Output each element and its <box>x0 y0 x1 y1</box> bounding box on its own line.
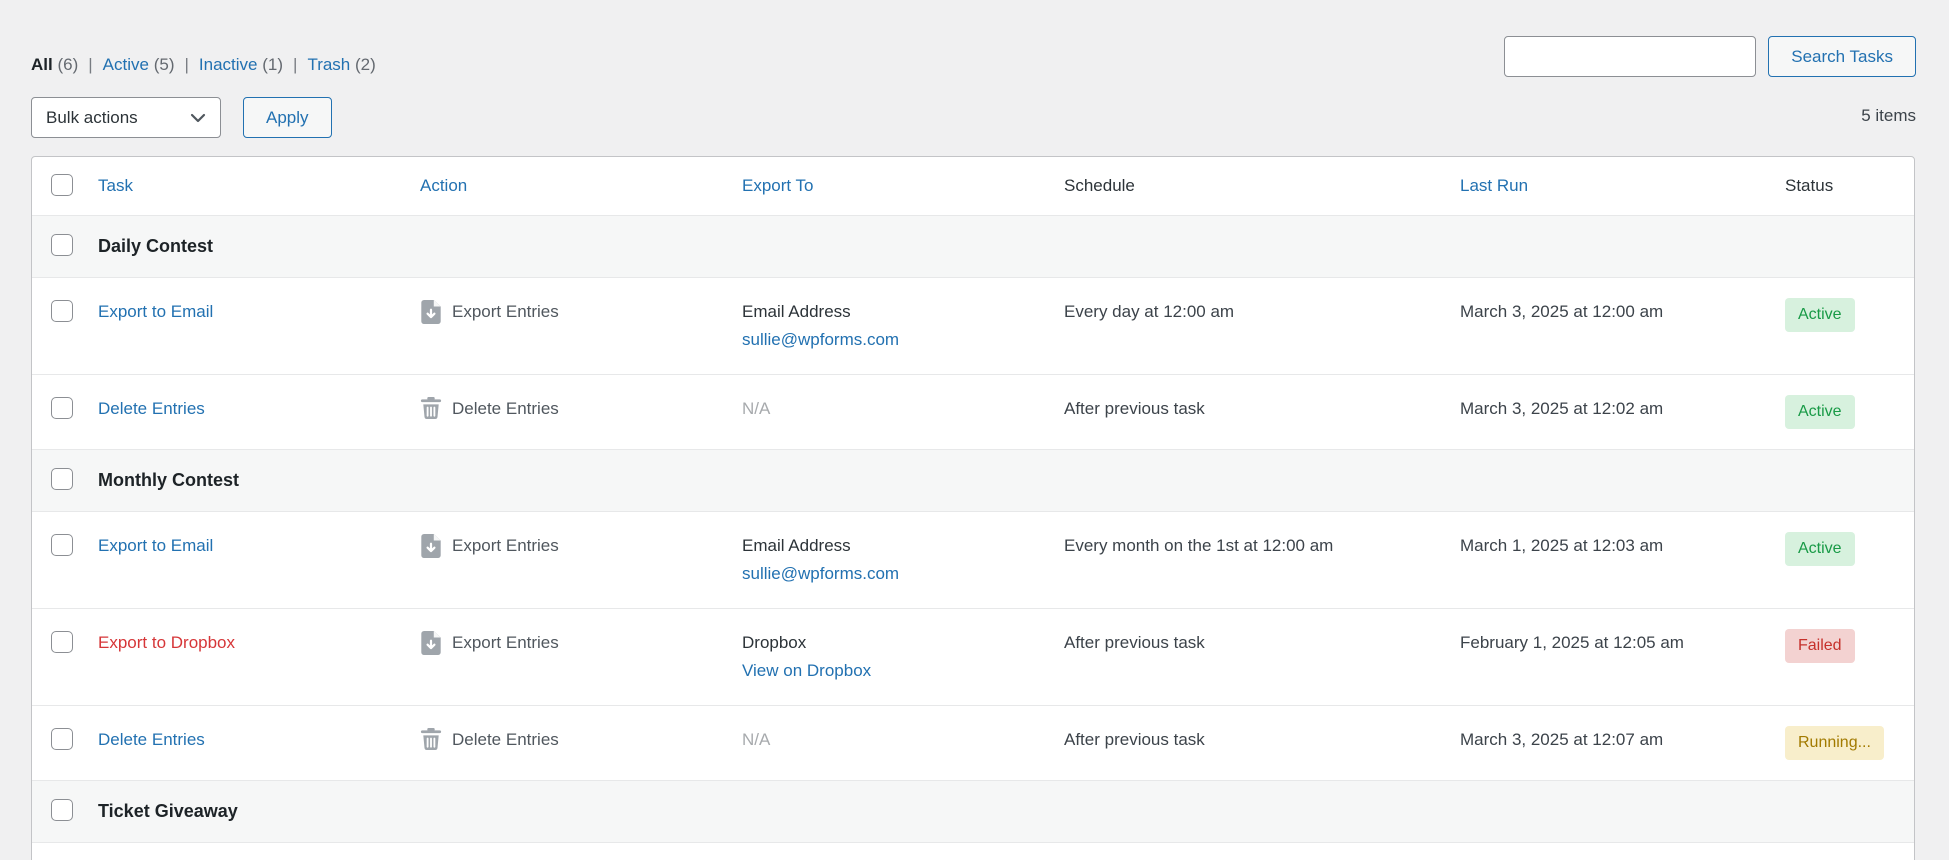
table-row: Export to Email Export Entries Email Add… <box>32 278 1914 375</box>
status-badge: Running... <box>1785 726 1884 760</box>
export-to-link[interactable]: sullie@wpforms.com <box>742 560 899 588</box>
table-row: Export to Email Export Entries Email Add… <box>32 512 1914 609</box>
last-run-value: March 3, 2025 at 12:00 am <box>1446 278 1771 375</box>
last-run-value: March 3, 2025 at 12:02 am <box>1446 375 1771 450</box>
group-title: Ticket Giveaway <box>98 801 238 821</box>
status-badge: Active <box>1785 395 1855 429</box>
filter-active-count: (5) <box>154 55 175 74</box>
column-header-last-run[interactable]: Last Run <box>1460 176 1528 195</box>
filter-separator: | <box>184 55 188 74</box>
action-label: Export Entries <box>452 532 559 560</box>
trash-icon <box>420 726 442 750</box>
action-label: Export Entries <box>452 298 559 326</box>
filter-separator: | <box>88 55 92 74</box>
schedule-value: Every day at 12:00 am <box>1050 278 1446 375</box>
status-filters: All (6) | Active (5) | Inactive (1) | Trash (2… <box>31 55 376 75</box>
row-checkbox[interactable] <box>51 728 73 750</box>
file-export-icon <box>420 298 442 324</box>
search-input[interactable] <box>1504 36 1756 77</box>
last-run-value: March 3, 2025 at 12:07 am <box>1446 706 1771 781</box>
bulk-actions-select[interactable]: Bulk actions <box>31 97 221 138</box>
table-row: Delete Entries Delete Entries N/A After … <box>32 375 1914 450</box>
trash-icon <box>420 395 442 419</box>
filter-trash-link[interactable]: Trash <box>307 55 350 74</box>
filter-inactive-link[interactable]: Inactive <box>199 55 258 74</box>
bulk-actions-area: Bulk actions Apply <box>31 97 332 138</box>
task-name-link[interactable]: Export to Email <box>98 536 213 555</box>
column-header-task[interactable]: Task <box>98 176 133 195</box>
filter-active-link[interactable]: Active <box>103 55 149 74</box>
group-title: Daily Contest <box>98 236 213 256</box>
filter-trash[interactable]: Trash (2) <box>307 55 375 74</box>
chevron-down-icon <box>190 111 206 125</box>
group-row: Monthly Contest <box>32 450 1914 512</box>
schedule-value: After previous task <box>1050 706 1446 781</box>
filter-all-link[interactable]: All <box>31 55 53 74</box>
filter-inactive[interactable]: Inactive (1) <box>199 55 283 74</box>
items-count: 5 items <box>1861 106 1916 126</box>
file-export-icon <box>420 629 442 655</box>
tasks-table: Task Action Export To Schedule Last Run … <box>31 156 1915 860</box>
last-run-value: February 1, 2025 at 12:05 am <box>1446 609 1771 706</box>
row-checkbox[interactable] <box>51 631 73 653</box>
row-checkbox[interactable] <box>51 234 73 256</box>
last-run-value: March 1, 2025 at 12:03 am <box>1446 512 1771 609</box>
table-row: Entry Automation Task Export Entries Ema… <box>32 843 1914 860</box>
schedule-value: After previous task <box>1050 375 1446 450</box>
export-to-label: N/A <box>742 726 1036 754</box>
filter-active[interactable]: Active (5) <box>103 55 175 74</box>
column-header-status: Status <box>1785 176 1833 195</box>
last-run-value: January 31, 2025 at 12:03 am <box>1446 843 1771 860</box>
filter-inactive-count: (1) <box>262 55 283 74</box>
filter-trash-count: (2) <box>355 55 376 74</box>
row-checkbox[interactable] <box>51 799 73 821</box>
task-name-link[interactable]: Delete Entries <box>98 399 205 418</box>
tasks-list-page: All (6) | Active (5) | Inactive (1) | Trash (2… <box>0 0 1949 860</box>
group-row: Ticket Giveaway <box>32 781 1914 843</box>
action-label: Export Entries <box>452 629 559 657</box>
export-to-label: Dropbox <box>742 629 1036 657</box>
table-row: Delete Entries Delete Entries N/A After … <box>32 706 1914 781</box>
export-to-link[interactable]: View on Dropbox <box>742 657 871 685</box>
bulk-actions-label: Bulk actions <box>46 108 138 128</box>
filter-all[interactable]: All (6) <box>31 55 78 74</box>
schedule-value: Every Fri at 12:00 am <box>1050 843 1446 860</box>
row-checkbox[interactable] <box>51 468 73 490</box>
task-name-link[interactable]: Export to Dropbox <box>98 633 235 652</box>
schedule-value: Every month on the 1st at 12:00 am <box>1050 512 1446 609</box>
status-badge: Active <box>1785 532 1855 566</box>
export-to-label: N/A <box>742 395 1036 423</box>
search-area: Search Tasks <box>1504 36 1916 77</box>
export-to-label: Email Address <box>742 532 1036 560</box>
task-name-link[interactable]: Export to Email <box>98 302 213 321</box>
task-name-link[interactable]: Delete Entries <box>98 730 205 749</box>
group-title: Monthly Contest <box>98 470 239 490</box>
status-badge: Active <box>1785 298 1855 332</box>
search-tasks-button[interactable]: Search Tasks <box>1768 36 1916 77</box>
group-row: Daily Contest <box>32 216 1914 278</box>
table-row: Export to Dropbox Export Entries Dropbox… <box>32 609 1914 706</box>
action-label: Delete Entries <box>452 395 559 423</box>
file-export-icon <box>420 532 442 558</box>
filter-separator: | <box>293 55 297 74</box>
export-to-label: Email Address <box>742 298 1036 326</box>
status-badge: Failed <box>1785 629 1855 663</box>
filter-all-count: (6) <box>57 55 78 74</box>
action-label: Delete Entries <box>452 726 559 754</box>
row-checkbox[interactable] <box>51 397 73 419</box>
schedule-value: After previous task <box>1050 609 1446 706</box>
select-all-checkbox[interactable] <box>51 174 73 196</box>
export-to-link[interactable]: sullie@wpforms.com <box>742 326 899 354</box>
apply-button[interactable]: Apply <box>243 97 332 138</box>
column-header-export-to[interactable]: Export To <box>742 176 814 195</box>
column-header-action[interactable]: Action <box>420 176 467 195</box>
column-header-schedule: Schedule <box>1064 176 1135 195</box>
table-header-row: Task Action Export To Schedule Last Run … <box>32 157 1914 216</box>
row-checkbox[interactable] <box>51 534 73 556</box>
row-checkbox[interactable] <box>51 300 73 322</box>
